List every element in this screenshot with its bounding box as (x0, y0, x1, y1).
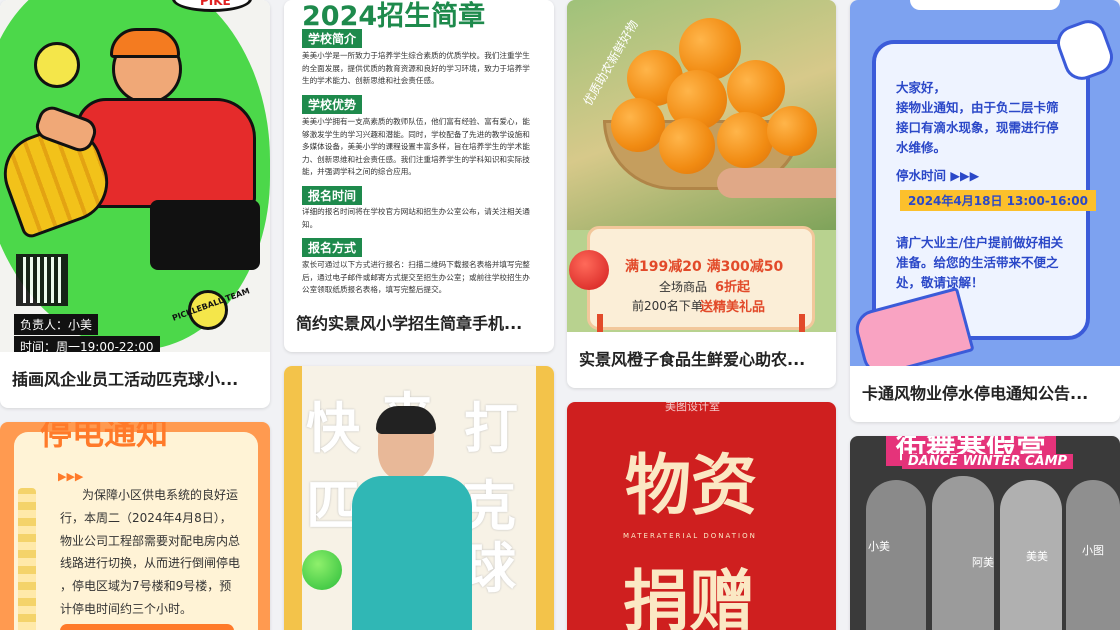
time-label: 时间：周一19:00-22:00 (14, 336, 160, 352)
notice-line: 大家好， (896, 80, 947, 95)
panel-peg (799, 314, 805, 332)
cap-shape (110, 28, 180, 58)
section-text: 详细的报名时间将在学校官方网站和招生办公室公布，请关注相关通知。 (302, 207, 530, 229)
notice-line: 线路进行切换，从而进行倒闸停电 (60, 556, 241, 570)
time-value: 2024年4月18日 13:00-16:00 (900, 190, 1097, 211)
closing-line: 处，敬请谅解！ (896, 275, 984, 290)
orange-icon (727, 60, 785, 118)
closing-line: 请广大业主/住户提前做好相关 (896, 235, 1064, 250)
template-card-school[interactable]: 2024招生简章 学校简介 美美小学是一所致力于培养学生综合素质的优质学校。我们… (284, 0, 554, 352)
panel-peg (597, 314, 603, 332)
orange-icon (611, 98, 665, 152)
dancer-name: 小图 (1082, 544, 1104, 557)
notice-line: 计停电时间约三个小时。 (60, 602, 193, 616)
header-strip (910, 0, 1060, 10)
section-label: 学校简介 (302, 29, 363, 48)
notice-line: 为保障小区供电系统的良好运 (82, 488, 239, 502)
side-stripe (18, 488, 36, 630)
notice-line: 物业公司工程部需要对配电房内总 (60, 534, 241, 548)
template-card-dance[interactable]: 街舞寒假营 DANCE WINTER CAMP 小美 阿美 美美 小图 (850, 436, 1120, 630)
shorts-shape (150, 200, 260, 270)
dancer-name: 小美 (868, 540, 890, 553)
ball-face-icon (34, 42, 80, 88)
person-shirt (352, 476, 472, 630)
notice-line: 接物业通知，由于负二层卡筛 (896, 100, 1059, 115)
big-text-1: 物资 (625, 446, 757, 524)
template-grid: PIKE PICKLEBALL TEAM 负责人：小美 时间：周一19:00-2… (0, 0, 1120, 630)
promo-line-1: 满199减20 满300减50 (625, 259, 784, 275)
section-text: 美美小学是一所致力于培养学生综合素质的优质学校。我们注重学生的全面发展，提供优质… (302, 51, 530, 85)
template-card-pickleball[interactable]: PIKE PICKLEBALL TEAM 负责人：小美 时间：周一19:00-2… (0, 0, 270, 408)
template-thumbnail: 停电通知 ▶▶▶ 为保障小区供电系统的良好运 行，本周二（2024年4月8日），… (0, 422, 270, 630)
top-badge-text: PIKE (200, 0, 231, 8)
notice-line: 水维修。 (896, 140, 947, 155)
big-char: 快 (306, 397, 360, 460)
template-title[interactable]: 实景风橙子食品生鲜爱心助农... (579, 346, 828, 370)
template-card-notice[interactable]: 大家好， 接物业通知，由于负二层卡筛 接口有滴水现象，现需进行停 水维修。 停水… (850, 0, 1120, 422)
closing-line: 准备。给您的生活带来不便之 (896, 255, 1059, 270)
template-thumbnail: 2024招生简章 学校简介 美美小学是一所致力于培养学生综合素质的优质学校。我们… (284, 0, 554, 296)
template-thumbnail: PIKE PICKLEBALL TEAM 负责人：小美 时间：周一19:00-2… (0, 0, 270, 352)
template-title[interactable]: 插画风企业员工活动匹克球小... (12, 366, 262, 390)
poster-heading: 停电通知 (40, 422, 169, 452)
poster-subtitle: DANCE WINTER CAMP (902, 454, 1074, 469)
promo-line-2-prefix: 全场商品 (659, 280, 708, 294)
big-text-2: 捐赠 (623, 562, 755, 630)
template-thumbnail: 快 来 打 匹 克 球 (284, 366, 554, 630)
template-card-oranges[interactable]: 优质助农新鲜好物 满199减20 满300减50 全场商品 6折起 前200名下… (567, 0, 836, 388)
orange-icon (659, 118, 715, 174)
apple-icon (569, 250, 609, 290)
qr-code-icon (16, 254, 68, 306)
template-card-power-outage[interactable]: 停电通知 ▶▶▶ 为保障小区供电系统的良好运 行，本周二（2024年4月8日），… (0, 422, 270, 630)
template-thumbnail: 大家好， 接物业通知，由于负二层卡筛 接口有滴水现象，现需进行停 水维修。 停水… (850, 0, 1120, 366)
dancer-name: 美美 (1026, 550, 1048, 563)
hand-shape (717, 168, 836, 198)
orange-icon (717, 112, 773, 168)
template-card-donation[interactable]: 美图设计室 物资 MATERATERIAL DONATION 捐赠 (567, 402, 836, 630)
template-thumbnail: 美图设计室 物资 MATERATERIAL DONATION 捐赠 (567, 402, 836, 630)
template-title[interactable]: 卡通风物业停水停电通知公告... (862, 380, 1112, 404)
notice-line: 接口有滴水现象，现需进行停 (896, 120, 1059, 135)
dancer-name: 阿美 (972, 556, 994, 569)
megaphone-icon (851, 286, 975, 366)
dancer-photo (932, 476, 994, 630)
notice-line: 行，本周二（2024年4月8日）， (60, 511, 232, 525)
promo-gift: 送精美礼品 (700, 300, 766, 315)
section-label: 学校优势 (302, 95, 363, 114)
person-hair (376, 406, 436, 434)
section-text: 美美小学拥有一支高素质的教师队伍，他们富有经验、富有爱心，能够激发学生的学习兴趣… (302, 117, 530, 176)
lead-label: 负责人：小美 (14, 314, 99, 335)
big-char: 打 (464, 397, 518, 460)
section-text: 家长可通过以下方式进行报名：扫描二维码下载报名表格并填写完整后，通过电子邮件或邮… (302, 260, 530, 294)
ball-icon (302, 550, 342, 590)
section-label: 报名方式 (302, 238, 363, 257)
promo-discount: 6折起 (715, 280, 751, 295)
template-thumbnail: 街舞寒假营 DANCE WINTER CAMP 小美 阿美 美美 小图 (850, 436, 1120, 630)
time-label: 停水时间 ▶▶▶ (896, 168, 980, 183)
notice-line: ，停电区域为7号楼和9号楼，预 (60, 579, 232, 593)
subtitle: MATERATERIAL DONATION (623, 532, 757, 540)
brand-label: 美图设计室 (665, 402, 720, 413)
section-label: 报名时间 (302, 186, 363, 205)
template-thumbnail: 优质助农新鲜好物 满199减20 满300减50 全场商品 6折起 前200名下… (567, 0, 836, 332)
promo-line-3-prefix: 前200名下单 (632, 299, 703, 313)
template-card-pickleball-photo[interactable]: 快 来 打 匹 克 球 (284, 366, 554, 630)
dancer-photo (866, 480, 926, 630)
template-title[interactable]: 简约实景风小学招生简章手机... (296, 310, 546, 334)
orange-icon (767, 106, 817, 156)
arrow-icons: ▶▶▶ (58, 470, 84, 483)
time-bar (60, 624, 234, 630)
